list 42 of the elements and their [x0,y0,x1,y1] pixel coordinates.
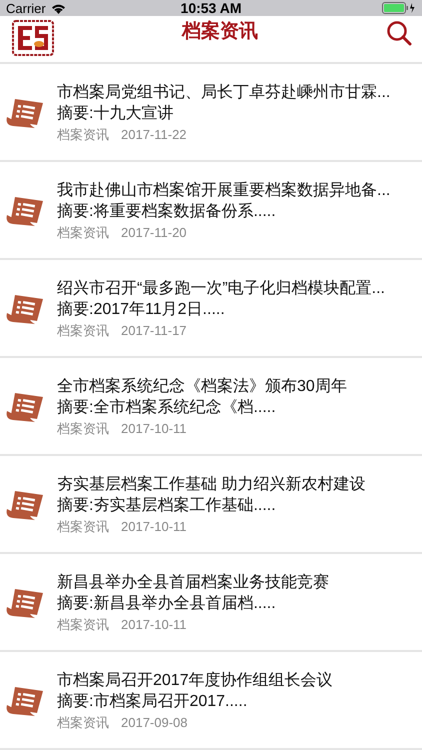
article-date: 2017-09-08 [121,714,188,732]
article-date: 2017-10-11 [121,518,187,536]
article-row[interactable]: 市档案局党组书记、局长丁卓芬赴嵊州市甘霖... 摘要:十九大宣讲 档案资讯 2017-11-22 [0,64,422,162]
article-row[interactable]: 绍兴市召开“最多跑一次”电子化归档模块配置... 摘要:2017年11月2日..... 档案资讯 2017-11-17 [0,260,422,358]
article-date: 2017-10-11 [121,420,187,438]
article-summary: 摘要:将重要档案数据备份系..... [57,201,277,222]
article-category: 档案资讯 [57,518,109,536]
page-title: 档案资讯 [180,19,259,44]
article-title: 我市赴佛山市档案馆开展重要档案数据异地备... [57,180,390,200]
article-row[interactable]: 市档案局召开2017年度协作组组长会议 摘要:市档案局召开2017..... 档案资讯 2017-09-08 [0,652,422,750]
article-title: 新昌县举办全县首届档案业务技能竞赛 [57,572,329,592]
article-title: 夯实基层档案工作基础 助力绍兴新农村建设 [57,474,366,494]
article-category: 档案资讯 [57,420,109,438]
article-date: 2017-11-17 [121,322,187,340]
article-category: 档案资讯 [57,322,109,340]
article-summary: 摘要:新昌县举办全县首届档..... [57,594,277,614]
article-summary: 摘要:十九大宣讲 [57,104,174,124]
battery-icon [382,2,416,14]
search-button[interactable] [386,20,412,46]
article-category: 档案资讯 [57,126,109,144]
article-date: 2017-11-22 [121,126,187,144]
article-category: 档案资讯 [57,224,109,242]
article-row[interactable]: 我市赴佛山市档案馆开展重要档案数据异地备... 摘要:将重要档案数据备份系..... 档案资讯 2017-11-20 [0,162,422,260]
article-title: 绍兴市召开“最多跑一次”电子化归档模块配置... [57,278,385,298]
status-time: 10:53 AM [180,0,242,16]
article-title: 市档案局党组书记、局长丁卓芬赴嵊州市甘霖... [57,82,390,102]
carrier-name: Carrier [6,0,46,16]
article-row[interactable]: 全市档案系统纪念《档案法》颁布30周年 摘要:全市档案系统纪念《档..... 档案资讯 2017-10-11 [0,358,422,456]
article-row[interactable]: 新昌县举办全县首届档案业务技能竞赛 摘要:新昌县举办全县首届档..... 档案资讯 2017-10-11 [0,554,422,652]
article-summary: 摘要:夯实基层档案工作基础..... [57,495,277,516]
article-summary: 摘要:全市档案系统纪念《档..... [57,397,277,418]
wifi-icon [50,2,66,14]
article-category: 档案资讯 [57,714,109,732]
article-date: 2017-11-20 [121,224,187,242]
article-category: 档案资讯 [57,616,109,634]
article-title: 全市档案系统纪念《档案法》颁布30周年 [57,376,347,396]
article-date: 2017-10-11 [121,616,187,634]
article-summary: 摘要:市档案局召开2017..... [57,691,248,712]
logo-icon [12,20,54,56]
article-row[interactable]: 夯实基层档案工作基础 助力绍兴新农村建设 摘要:夯实基层档案工作基础..... 档案资讯 2017-10-11 [0,456,422,554]
article-summary: 摘要:2017年11月2日..... [57,300,226,320]
article-title: 市档案局召开2017年度协作组组长会议 [57,670,333,690]
